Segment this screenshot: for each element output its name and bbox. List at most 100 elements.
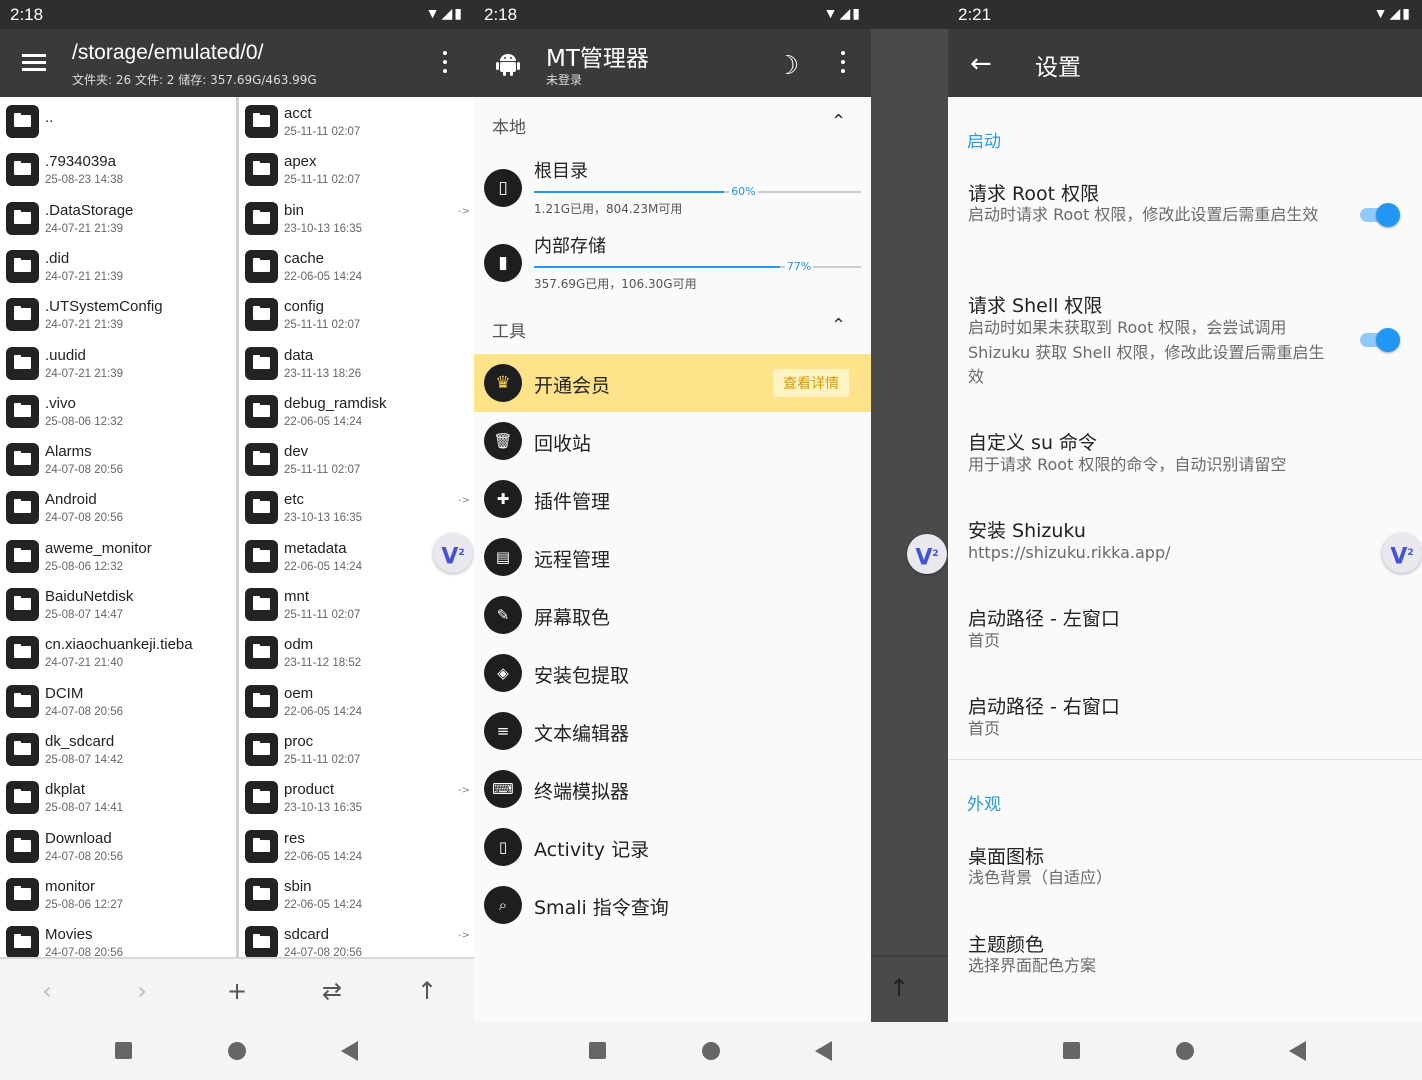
tool-item[interactable]: 🗑 回收站	[474, 412, 871, 470]
tool-item[interactable]: ▯ Activity 记录	[474, 818, 871, 876]
folder-icon	[6, 539, 39, 573]
back-icon[interactable]	[1289, 1041, 1306, 1061]
list-item[interactable]: DCIM 24-07-08 20:56	[0, 677, 236, 725]
home-icon[interactable]	[228, 1042, 246, 1060]
root-toggle[interactable]	[1360, 203, 1400, 227]
home-icon[interactable]	[1176, 1042, 1194, 1060]
list-item[interactable]: bin 23-10-13 16:35 ->	[239, 194, 474, 242]
setting-title: 启动路径 - 左窗口	[968, 608, 1120, 630]
recents-icon[interactable]	[115, 1042, 132, 1059]
list-item[interactable]: .vivo 25-08-06 12:32	[0, 387, 236, 435]
list-item[interactable]: mnt 25-11-11 02:07	[239, 580, 474, 628]
vip-item[interactable]: ♛ 开通会员 查看详情	[474, 354, 871, 412]
list-item[interactable]: Download 24-07-08 20:56	[0, 822, 236, 870]
tool-item[interactable]: ✚ 插件管理	[474, 470, 871, 528]
file-name: .did	[45, 249, 70, 267]
dimmed-background[interactable]: V2 ↑	[871, 29, 948, 1022]
list-item[interactable]: .did 24-07-21 21:39	[0, 242, 236, 290]
status-bar: 2:18 ▼◢▮	[0, 0, 474, 29]
tool-item[interactable]: ✎ 屏幕取色	[474, 586, 871, 644]
folder-icon	[6, 298, 39, 332]
tool-item[interactable]: ⌨ 终端模拟器	[474, 760, 871, 818]
list-item[interactable]: cn.xiaochuankeji.tieba 24-07-21 21:40	[0, 628, 236, 676]
floating-v-badge[interactable]: V2	[907, 534, 947, 574]
list-item[interactable]: apex 25-11-11 02:07	[239, 145, 474, 193]
file-date: 25-08-07 14:41	[45, 802, 124, 815]
list-item[interactable]: .UTSystemConfig 24-07-21 21:39	[0, 290, 236, 338]
file-name: dk_sdcard	[45, 732, 115, 750]
file-date: 25-11-11 02:07	[284, 609, 361, 621]
floating-v-badge[interactable]: V2	[1382, 533, 1422, 573]
floating-v-badge[interactable]: V2	[433, 533, 473, 573]
login-status: 未登录	[546, 73, 583, 87]
list-item[interactable]: aweme_monitor 25-08-06 12:32	[0, 532, 236, 580]
list-item[interactable]: Movies 24-07-08 20:56	[0, 918, 236, 957]
recents-icon[interactable]	[589, 1042, 606, 1059]
more-options-icon[interactable]	[442, 51, 448, 75]
list-item[interactable]: dk_sdcard 25-08-07 14:42	[0, 725, 236, 773]
more-options-icon[interactable]	[840, 51, 846, 75]
file-date: 22-06-05 14:24	[284, 850, 363, 863]
signal-battery-icon: ▼◢▮	[1373, 5, 1412, 21]
list-item[interactable]: debug_ramdisk 22-06-05 14:24	[239, 387, 474, 435]
shell-toggle[interactable]	[1360, 328, 1400, 352]
file-name: acct	[284, 105, 312, 122]
tool-item[interactable]: ▤ 远程管理	[474, 528, 871, 586]
swap-icon[interactable]: ⇄	[317, 977, 347, 1005]
recents-icon[interactable]	[1063, 1042, 1080, 1059]
hamburger-menu-icon[interactable]	[22, 54, 46, 72]
list-item[interactable]: monitor 25-08-06 12:27	[0, 870, 236, 918]
list-item[interactable]: sdcard 24-07-08 20:56 ->	[239, 918, 474, 957]
list-item[interactable]: .uudid 24-07-21 21:39	[0, 339, 236, 387]
moon-icon[interactable]: ☽	[776, 51, 799, 81]
layers-icon: ◈	[484, 654, 522, 692]
list-item[interactable]: oem 22-06-05 14:24	[239, 677, 474, 725]
back-icon[interactable]	[341, 1041, 358, 1061]
arrow-up-icon[interactable]: ↑	[412, 977, 442, 1005]
list-item[interactable]: proc 25-11-11 02:07	[239, 725, 474, 773]
list-item[interactable]: sbin 22-06-05 14:24	[239, 870, 474, 918]
file-name: metadata	[284, 539, 347, 557]
phone-icon: ▯	[484, 169, 522, 207]
list-item[interactable]: Android 24-07-08 20:56	[0, 483, 236, 531]
chevron-left-icon[interactable]: ‹	[32, 977, 62, 1005]
chevron-up-icon[interactable]: ⌃	[831, 315, 846, 336]
file-icon: ▤	[484, 538, 522, 576]
file-date: 25-11-11 02:07	[284, 319, 361, 332]
tool-item[interactable]: ≡ 文本编辑器	[474, 702, 871, 760]
list-item[interactable]: dkplat 25-08-07 14:41	[0, 773, 236, 821]
arrow-left-icon[interactable]: ←	[970, 49, 992, 79]
vip-details-button[interactable]: 查看详情	[773, 369, 849, 397]
list-item[interactable]: data 23-11-13 18:26	[239, 339, 474, 387]
folder-icon	[6, 346, 39, 380]
list-item[interactable]: etc 23-10-13 16:35 ->	[239, 483, 474, 531]
list-item[interactable]: BaiduNetdisk 25-08-07 14:47	[0, 580, 236, 628]
list-item[interactable]: dev 25-11-11 02:07	[239, 435, 474, 483]
list-item[interactable]: product 23-10-13 16:35 ->	[239, 773, 474, 821]
list-item[interactable]: ..	[0, 97, 236, 145]
list-item[interactable]: Alarms 24-07-08 20:56	[0, 435, 236, 483]
list-item[interactable]: cache 22-06-05 14:24	[239, 242, 474, 290]
left-file-list: .. .7934039a 25-08-23 14:38 .DataStorage 24-…	[0, 97, 236, 957]
folder-icon	[245, 298, 278, 332]
search-icon: ⌕	[484, 886, 522, 924]
home-icon[interactable]	[702, 1042, 720, 1060]
tool-item[interactable]: ◈ 安装包提取	[474, 644, 871, 702]
file-date: 22-06-05 14:24	[284, 560, 363, 573]
terminal-icon: ⌨	[484, 770, 522, 808]
list-item[interactable]: res 22-06-05 14:24	[239, 822, 474, 870]
folder-icon	[6, 926, 39, 957]
storage-percent: 60%	[729, 185, 758, 198]
list-item[interactable]: config 25-11-11 02:07	[239, 290, 474, 338]
plus-icon[interactable]: +	[222, 977, 252, 1005]
folder-icon	[6, 588, 39, 621]
status-bar: 2:18 ▼◢▮	[474, 0, 948, 29]
back-icon[interactable]	[815, 1041, 832, 1061]
list-item[interactable]: .7934039a 25-08-23 14:38	[0, 145, 236, 193]
list-item[interactable]: odm 23-11-12 18:52	[239, 628, 474, 676]
tool-item[interactable]: ⌕ Smali 指令查询	[474, 876, 871, 934]
chevron-right-icon[interactable]: ›	[127, 977, 157, 1005]
chevron-up-icon[interactable]: ⌃	[831, 111, 846, 132]
list-item[interactable]: .DataStorage 24-07-21 21:39	[0, 194, 236, 242]
list-item[interactable]: acct 25-11-11 02:07	[239, 97, 474, 145]
